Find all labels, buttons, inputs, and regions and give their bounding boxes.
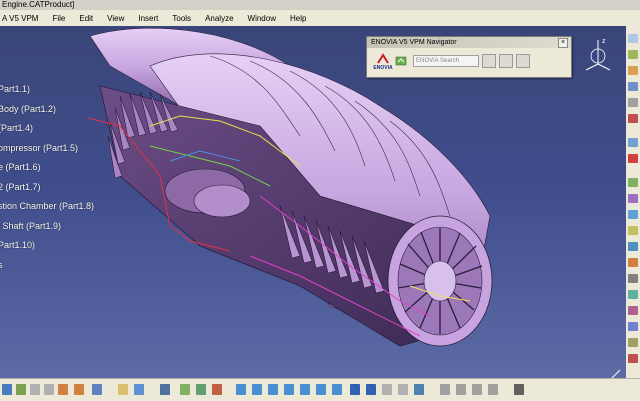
close-icon[interactable]: × — [558, 38, 568, 48]
tool-icon[interactable] — [30, 384, 40, 395]
tool-icon[interactable] — [196, 384, 206, 395]
tool-icon[interactable] — [628, 50, 638, 59]
render-style-icon[interactable] — [366, 384, 376, 395]
tool-icon[interactable] — [628, 98, 638, 107]
bottom-toolbar — [0, 378, 640, 401]
enovia-navigator-panel[interactable]: ENOVIA V5 VPM Navigator × ENOVIA ENOVIA … — [366, 36, 572, 78]
rotate-icon[interactable] — [284, 384, 294, 395]
fit-all-icon[interactable] — [252, 384, 262, 395]
3d-viewport[interactable]: Part1.1) Body (Part1.2) (Part1.4) ompres… — [0, 26, 626, 378]
title-bar: Engine.CATProduct] — [0, 0, 640, 10]
tool-icon[interactable] — [628, 274, 638, 283]
svg-text:z: z — [602, 38, 606, 45]
menu-view[interactable]: View — [107, 14, 124, 23]
tree-item[interactable]: (Part1.4) — [0, 123, 33, 133]
tool-icon[interactable] — [2, 384, 12, 395]
menu-tools[interactable]: Tools — [172, 14, 191, 23]
table-icon[interactable] — [160, 384, 170, 395]
undo-icon[interactable] — [58, 384, 68, 395]
tool-icon[interactable] — [628, 154, 638, 163]
tool-icon[interactable] — [628, 66, 638, 75]
tool-icon[interactable] — [628, 178, 638, 187]
swap-space-icon[interactable] — [398, 384, 408, 395]
tool-icon[interactable] — [628, 338, 638, 347]
redo-icon[interactable] — [74, 384, 84, 395]
menu-window[interactable]: Window — [248, 14, 276, 23]
fly-icon[interactable] — [236, 384, 246, 395]
menu-insert[interactable]: Insert — [138, 14, 158, 23]
pan-icon[interactable] — [268, 384, 278, 395]
menu-file[interactable]: File — [52, 14, 65, 23]
navigator-title: ENOVIA V5 VPM Navigator — [371, 39, 457, 46]
tool-icon[interactable] — [212, 384, 222, 395]
tool-icon[interactable] — [456, 384, 466, 395]
tool-icon[interactable] — [414, 384, 424, 395]
tool-icon[interactable] — [628, 138, 638, 147]
tool-icon[interactable] — [180, 384, 190, 395]
navigator-tool-button[interactable] — [482, 54, 496, 68]
tool-icon[interactable] — [628, 322, 638, 331]
tool-icon[interactable] — [440, 384, 450, 395]
formula-icon[interactable] — [118, 384, 128, 395]
tool-icon[interactable] — [628, 114, 638, 123]
tree-item[interactable]: s — [0, 260, 3, 270]
search-icon[interactable] — [395, 55, 409, 67]
tree-item[interactable]: Part1.10) — [0, 240, 35, 250]
enovia-logo-icon — [377, 53, 389, 64]
tool-icon[interactable] — [488, 384, 498, 395]
compass-icon[interactable]: z — [580, 34, 616, 74]
enovia-logo[interactable]: ENOVIA — [371, 51, 395, 71]
hide-show-icon[interactable] — [382, 384, 392, 395]
menu-bar: A V5 VPM File Edit View Insert Tools Ana… — [0, 10, 640, 27]
right-toolbar — [626, 26, 640, 378]
tool-icon[interactable] — [472, 384, 482, 395]
xyz-axis-icon — [611, 369, 621, 378]
navigator-tool-button[interactable] — [516, 54, 530, 68]
tool-icon[interactable] — [628, 210, 638, 219]
tool-icon[interactable] — [628, 306, 638, 315]
tool-icon[interactable] — [628, 354, 638, 363]
menu-help[interactable]: Help — [290, 14, 306, 23]
tool-icon[interactable] — [16, 384, 26, 395]
enovia-search-input[interactable]: ENOVIA Search — [413, 55, 479, 67]
tool-icon[interactable] — [628, 226, 638, 235]
tool-icon[interactable] — [628, 194, 638, 203]
navigator-tool-button[interactable] — [499, 54, 513, 68]
tool-icon[interactable] — [514, 384, 524, 395]
zoom-out-icon[interactable] — [316, 384, 326, 395]
navigator-title-bar[interactable]: ENOVIA V5 VPM Navigator × — [367, 37, 571, 48]
tool-icon[interactable] — [134, 384, 144, 395]
tree-item[interactable]: stion Chamber (Part1.8) — [0, 201, 94, 211]
tool-icon[interactable] — [628, 82, 638, 91]
tree-item[interactable]: 2 (Part1.7) — [0, 182, 41, 192]
tool-icon[interactable] — [628, 242, 638, 251]
tree-item[interactable]: Part1.1) — [0, 84, 30, 94]
menu-app[interactable]: A V5 VPM — [2, 14, 38, 23]
tool-icon[interactable] — [44, 384, 54, 395]
tree-item[interactable]: Body (Part1.2) — [0, 104, 56, 114]
tree-item[interactable]: ompressor (Part1.5) — [0, 143, 78, 153]
window-title: Engine.CATProduct] — [2, 0, 75, 9]
menu-analyze[interactable]: Analyze — [205, 14, 233, 23]
tree-item[interactable]: e (Part1.6) — [0, 162, 41, 172]
tool-icon[interactable] — [628, 290, 638, 299]
normal-view-icon[interactable] — [332, 384, 342, 395]
tool-icon[interactable] — [628, 258, 638, 267]
menu-edit[interactable]: Edit — [79, 14, 93, 23]
help-icon[interactable] — [92, 384, 102, 395]
zoom-in-icon[interactable] — [300, 384, 310, 395]
view-icon[interactable] — [350, 384, 360, 395]
tool-icon[interactable] — [628, 34, 638, 43]
tree-item[interactable]: l Shaft (Part1.9) — [0, 221, 61, 231]
